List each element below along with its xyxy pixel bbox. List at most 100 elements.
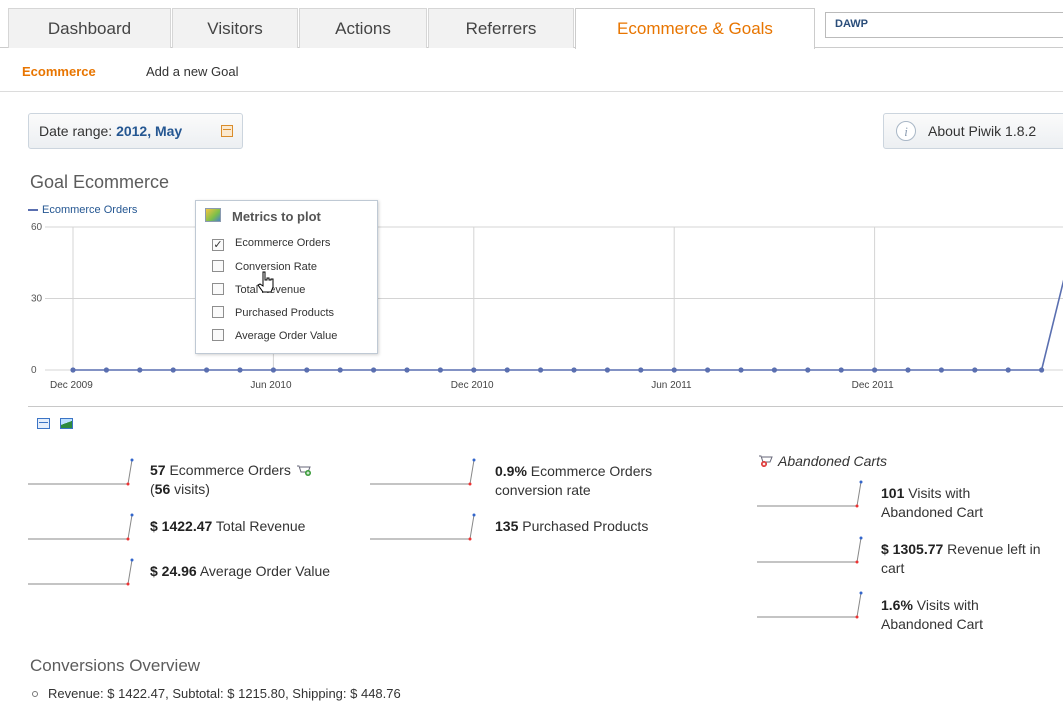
data-point [337, 367, 343, 373]
data-point [905, 367, 911, 373]
metrics-to-plot-popup: Metrics to plot ✓ Ecommerce Orders Conver… [195, 200, 378, 354]
data-point [705, 367, 711, 373]
tab-visitors[interactable]: Visitors [172, 8, 298, 48]
sparkline-revenue [28, 513, 134, 541]
sparkline-aov [28, 558, 134, 586]
metric-label: Total Revenue [212, 518, 306, 534]
sub-navigation: Ecommerce Add a new Goal [0, 48, 1063, 92]
data-point [404, 367, 410, 373]
x-tick-label: Dec 2011 [852, 380, 895, 391]
data-point [1039, 367, 1045, 373]
metric-label-2: Abandoned Cart [881, 504, 983, 520]
metric-option-ecommerce-orders[interactable]: ✓ Ecommerce Orders [212, 237, 330, 251]
metric-value: 101 [881, 485, 905, 501]
sparkline-abandoned-revenue [757, 536, 863, 564]
y-tick-label: 60 [31, 222, 43, 233]
data-point [437, 367, 443, 373]
data-point [504, 367, 510, 373]
data-point [671, 367, 677, 373]
tab-referrers[interactable]: Referrers [428, 8, 574, 48]
data-point [471, 367, 477, 373]
site-selector[interactable]: DAWP [825, 12, 1063, 38]
tab-dashboard[interactable]: Dashboard [8, 8, 171, 48]
date-range-label: Date range: [39, 123, 113, 139]
data-point [170, 367, 176, 373]
metric-label-2: Abandoned Cart [881, 616, 983, 632]
subnav-ecommerce[interactable]: Ecommerce [22, 64, 96, 79]
sparkline-abandoned-visits [757, 480, 863, 508]
data-point [538, 367, 544, 373]
data-point [304, 367, 310, 373]
abandoned-title-label: Abandoned Carts [778, 453, 887, 469]
metric-value: 135 [495, 518, 519, 534]
metric-visits-label: visits) [170, 481, 210, 497]
about-label: About Piwik 1.8.2 [928, 123, 1037, 139]
table-view-icon[interactable] [37, 418, 50, 429]
metric-abandoned-rate: 1.6% Visits with Abandoned Cart [881, 596, 983, 634]
metric-label: Revenue left in [943, 541, 1041, 557]
metric-value: 1.6% [881, 597, 913, 613]
data-point [270, 367, 276, 373]
data-point [371, 367, 377, 373]
popup-title: Metrics to plot [232, 209, 321, 224]
metric-value: 0.9% [495, 463, 527, 479]
data-point [1005, 367, 1011, 373]
data-point [738, 367, 744, 373]
hand-cursor-icon [257, 271, 274, 293]
data-point [872, 367, 878, 373]
metric-average-order-value: $ 24.96 Average Order Value [150, 562, 330, 581]
checkbox-checked[interactable]: ✓ [212, 239, 224, 251]
date-range-value: 2012, May [116, 123, 183, 139]
abandoned-carts-title: Abandoned Carts [759, 453, 887, 469]
data-point [638, 367, 644, 373]
x-tick-label: Jun 2011 [651, 380, 692, 391]
chart-divider [28, 406, 1063, 407]
metric-option-label: Ecommerce Orders [235, 237, 331, 249]
data-point [604, 367, 611, 373]
y-tick-label: 0 [31, 365, 37, 376]
subnav-add-goal[interactable]: Add a new Goal [146, 64, 239, 79]
checkbox[interactable] [212, 306, 224, 318]
metric-value: $ 24.96 [150, 563, 197, 579]
conversions-overview-title: Conversions Overview [30, 656, 201, 675]
metric-label-2: cart [881, 560, 905, 576]
main-tab-bar: Dashboard Visitors Actions Referrers Eco… [0, 0, 1063, 49]
export-image-icon[interactable] [60, 418, 73, 429]
data-point [571, 367, 577, 373]
tab-actions[interactable]: Actions [299, 8, 427, 48]
metric-value: $ 1422.47 [150, 518, 213, 534]
about-piwik-button[interactable]: i About Piwik 1.8.2 [883, 113, 1063, 149]
sparkline-products [370, 513, 476, 541]
sparkline-conversion-rate [370, 458, 476, 486]
metric-option-average-order-value[interactable]: Average Order Value [212, 329, 337, 342]
metric-option-purchased-products[interactable]: Purchased Products [212, 306, 334, 319]
info-icon: i [896, 121, 916, 141]
data-point [771, 367, 778, 373]
date-range-selector[interactable]: Date range: 2012, May [28, 113, 243, 149]
checkbox[interactable] [212, 329, 224, 341]
checkbox[interactable] [212, 283, 224, 295]
x-tick-label: Jun 2010 [250, 380, 292, 391]
data-point [838, 367, 844, 373]
evolution-chart: 0 30 60 Dec 2009 Jun 2010 Dec 2010 Jun 2011 Dec… [31, 222, 1063, 391]
data-point [204, 367, 210, 373]
metric-ecommerce-orders: 57 Ecommerce Orders (56 visits) [150, 461, 311, 499]
checkbox[interactable] [212, 260, 224, 272]
x-tick-label: Dec 2010 [451, 380, 494, 391]
metric-label: Purchased Products [518, 518, 649, 534]
cart-add-icon [296, 465, 311, 476]
metric-visits-value: 56 [154, 481, 171, 497]
conversions-item-text: Revenue: $ 1422.47, Subtotal: $ 1215.80,… [48, 686, 401, 701]
x-tick-label: Dec 2009 [50, 380, 93, 391]
data-point [938, 367, 945, 373]
data-point [137, 367, 143, 373]
goal-title: Goal Ecommerce [30, 172, 170, 192]
tab-ecommerce-goals[interactable]: Ecommerce & Goals [575, 8, 815, 49]
metric-label: Ecommerce Orders [165, 462, 291, 478]
metric-label: Ecommerce Orders [526, 463, 653, 479]
data-point [237, 367, 243, 373]
calendar-icon [221, 125, 233, 137]
metric-value: $ 1305.77 [881, 541, 944, 557]
cart-remove-icon [759, 455, 773, 467]
metric-conversion-rate: 0.9% Ecommerce Orders conversion rate [495, 462, 652, 500]
